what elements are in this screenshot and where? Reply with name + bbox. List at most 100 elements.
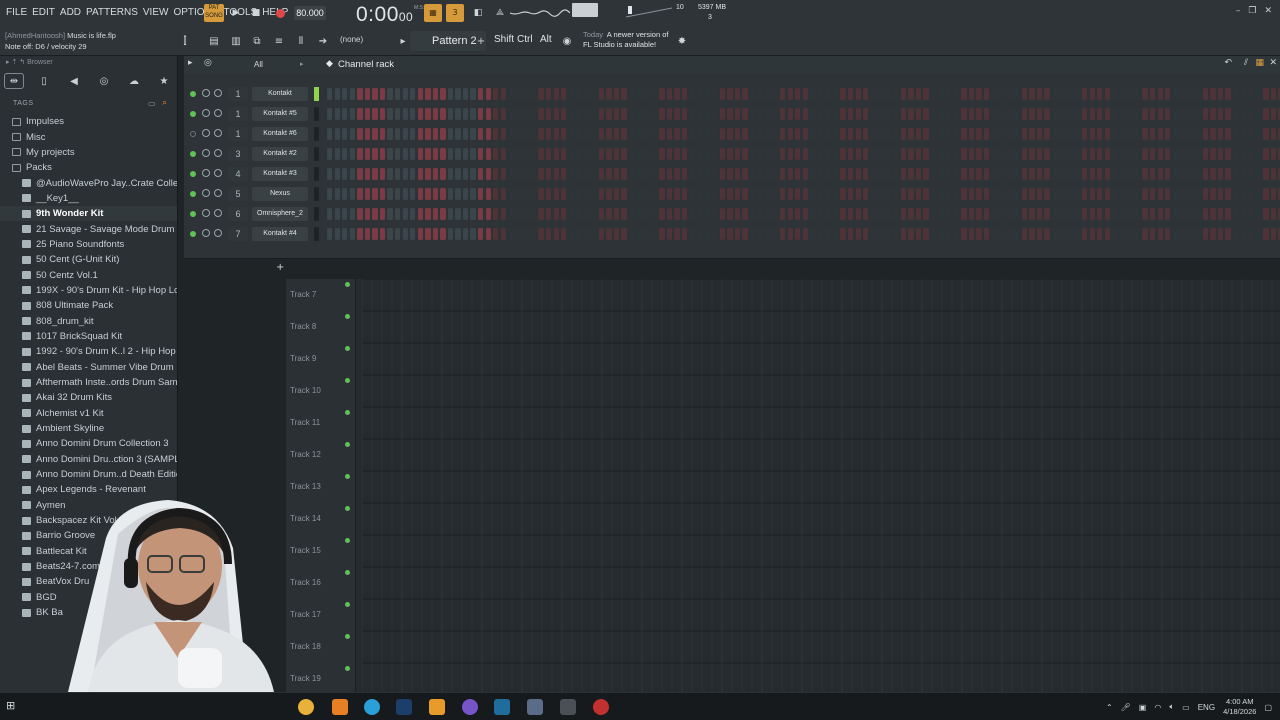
step-button[interactable] xyxy=(832,168,839,180)
step-button[interactable] xyxy=(545,88,552,100)
step-button[interactable] xyxy=(878,108,884,120)
step-button[interactable] xyxy=(712,148,718,160)
step-button[interactable] xyxy=(545,148,552,160)
step-button[interactable] xyxy=(342,88,348,100)
step-button[interactable] xyxy=(787,188,793,200)
step-button[interactable] xyxy=(583,208,590,220)
step-button[interactable] xyxy=(1165,228,1171,240)
step-button[interactable] xyxy=(1014,108,1020,120)
browser-item[interactable]: 199X - 90's Drum Kit - Hip Hop Lofi xyxy=(0,283,177,298)
step-button[interactable] xyxy=(1014,208,1020,220)
step-button[interactable] xyxy=(1074,208,1080,220)
step-button[interactable] xyxy=(764,88,771,100)
step-button[interactable] xyxy=(417,108,423,120)
track-mute-led[interactable] xyxy=(345,410,350,415)
step-button[interactable] xyxy=(1134,228,1141,240)
step-button[interactable] xyxy=(1044,88,1050,100)
step-button[interactable] xyxy=(1202,208,1209,220)
step-button[interactable] xyxy=(764,108,771,120)
step-button[interactable] xyxy=(508,108,514,120)
step-button[interactable] xyxy=(983,108,990,120)
step-button[interactable] xyxy=(1157,188,1163,200)
step-button[interactable] xyxy=(772,208,778,220)
step-button[interactable] xyxy=(742,148,748,160)
step-button[interactable] xyxy=(1202,108,1209,120)
step-button[interactable] xyxy=(689,188,695,200)
step-button[interactable] xyxy=(1149,108,1156,120)
step-button[interactable] xyxy=(1270,148,1277,160)
step-button[interactable] xyxy=(719,148,725,160)
step-button[interactable] xyxy=(1195,128,1201,140)
rack-menu-icon[interactable]: ▸ xyxy=(188,58,193,68)
step-button[interactable] xyxy=(787,228,793,240)
step-button[interactable] xyxy=(923,228,929,240)
browser-item[interactable]: Apex Legends - Revenant xyxy=(0,482,177,497)
browser-item[interactable]: Anno Domini Dru..ction 3 (SAMPLER) xyxy=(0,452,177,467)
channel-mute-led[interactable] xyxy=(190,211,196,217)
step-button[interactable] xyxy=(840,228,846,240)
fl-studio-icon[interactable] xyxy=(429,699,445,715)
step-button[interactable] xyxy=(417,88,423,100)
step-button[interactable] xyxy=(455,208,461,220)
step-button[interactable] xyxy=(394,228,401,240)
step-button[interactable] xyxy=(387,128,393,140)
step-button[interactable] xyxy=(364,88,371,100)
step-button[interactable] xyxy=(961,108,967,120)
step-button[interactable] xyxy=(712,228,718,240)
step-button[interactable] xyxy=(1233,108,1239,120)
step-button[interactable] xyxy=(591,168,597,180)
step-button[interactable] xyxy=(1263,168,1269,180)
step-button[interactable] xyxy=(364,108,371,120)
step-button[interactable] xyxy=(327,228,333,240)
step-button[interactable] xyxy=(991,88,997,100)
step-button[interactable] xyxy=(553,128,559,140)
step-button[interactable] xyxy=(840,188,846,200)
image-line-icon[interactable]: ✸ xyxy=(674,33,690,49)
step-button[interactable] xyxy=(425,168,431,180)
step-button[interactable] xyxy=(636,228,642,240)
step-button[interactable] xyxy=(712,88,718,100)
step-button[interactable] xyxy=(598,208,605,220)
step-button[interactable] xyxy=(885,168,892,180)
step-button[interactable] xyxy=(749,108,756,120)
step-button[interactable] xyxy=(1210,148,1216,160)
step-button[interactable] xyxy=(349,168,356,180)
step-button[interactable] xyxy=(983,148,990,160)
step-button[interactable] xyxy=(847,228,854,240)
step-button[interactable] xyxy=(1195,148,1201,160)
step-button[interactable] xyxy=(364,228,371,240)
step-button[interactable] xyxy=(1051,128,1058,140)
step-button[interactable] xyxy=(666,108,673,120)
step-button[interactable] xyxy=(1089,188,1095,200)
step-button[interactable] xyxy=(998,208,1005,220)
step-button[interactable] xyxy=(1157,108,1163,120)
step-button[interactable] xyxy=(598,88,605,100)
step-button[interactable] xyxy=(946,88,952,100)
step-button[interactable] xyxy=(447,188,454,200)
step-button[interactable] xyxy=(991,168,997,180)
step-button[interactable] xyxy=(568,208,574,220)
step-button[interactable] xyxy=(802,108,809,120)
step-button[interactable] xyxy=(1036,208,1043,220)
step-button[interactable] xyxy=(1248,108,1254,120)
step-button[interactable] xyxy=(870,228,876,240)
step-button[interactable] xyxy=(455,88,461,100)
channel-volume-knob[interactable] xyxy=(214,129,222,137)
step-button[interactable] xyxy=(538,188,544,200)
step-button[interactable] xyxy=(855,208,861,220)
channel-name-button[interactable]: Kontakt #2 xyxy=(252,147,308,161)
step-button[interactable] xyxy=(372,148,378,160)
step-button[interactable] xyxy=(855,128,861,140)
step-button[interactable] xyxy=(598,148,605,160)
browser-item[interactable]: 50 Cent (G-Unit Kit) xyxy=(0,252,177,267)
step-button[interactable] xyxy=(1029,128,1035,140)
step-button[interactable] xyxy=(1097,88,1103,100)
step-button[interactable] xyxy=(561,88,567,100)
step-button[interactable] xyxy=(478,188,484,200)
step-button[interactable] xyxy=(629,228,635,240)
step-button[interactable] xyxy=(734,168,741,180)
step-button[interactable] xyxy=(530,168,537,180)
step-button[interactable] xyxy=(379,208,386,220)
step-button[interactable] xyxy=(402,108,408,120)
step-button[interactable] xyxy=(432,108,439,120)
